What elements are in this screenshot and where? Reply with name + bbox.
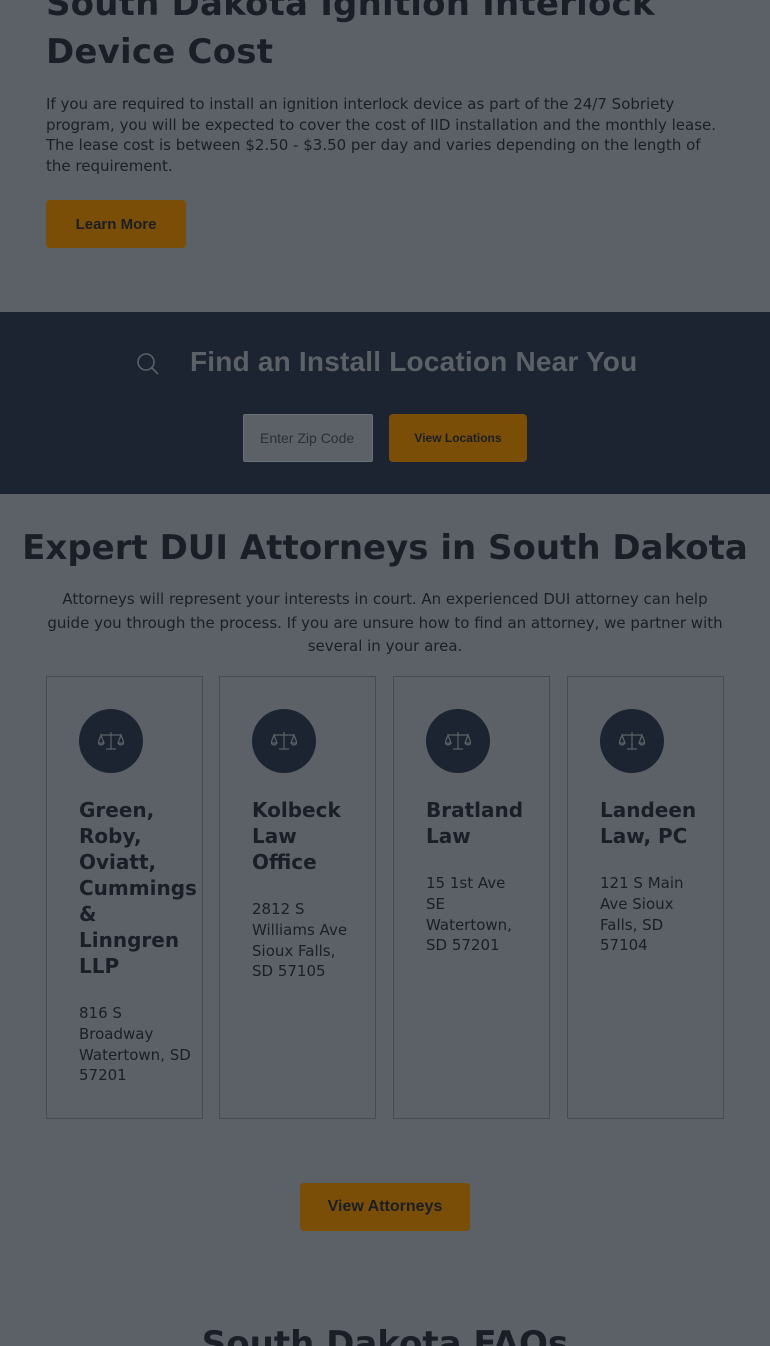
scales-icon — [600, 709, 664, 773]
zip-code-input[interactable] — [243, 414, 373, 462]
scales-icon — [252, 709, 316, 773]
scales-icon — [426, 709, 490, 773]
cost-section-paragraph: If you are required to install an igniti… — [46, 95, 717, 175]
attorney-address: 121 S Main Ave Sioux Falls, SD 57104 — [600, 874, 684, 955]
scales-icon — [79, 709, 143, 773]
view-attorneys-button[interactable]: View Attorneys — [300, 1183, 470, 1231]
attorney-card[interactable]: Kolbeck Law Office 2812 S Williams Ave S… — [219, 676, 376, 1119]
learn-more-button[interactable]: Learn More — [46, 200, 186, 248]
faq-title: South Dakota FAQs — [201, 1324, 569, 1346]
attorney-name: Bratland Law — [426, 798, 524, 848]
attorney-name: Kolbeck Law Office — [252, 798, 341, 874]
attorney-address: 816 S Broadway Watertown, SD 57201 — [79, 1004, 191, 1085]
attorney-name: Landeen Law, PC — [600, 798, 697, 848]
attorney-address: 2812 S Williams Ave Sioux Falls, SD 5710… — [252, 900, 348, 981]
attorney-card[interactable]: Bratland Law 15 1st Ave SE Watertown, SD… — [393, 676, 550, 1119]
cost-section-title: South Dakota Ignition Interlock Device C… — [46, 0, 655, 72]
attorneys-title: Expert DUI Attorneys in South Dakota — [22, 528, 748, 568]
view-locations-button[interactable]: View Locations — [389, 414, 527, 462]
search-icon — [136, 352, 160, 376]
attorneys-paragraph: Attorneys will represent your interests … — [47, 590, 723, 655]
locator-title: Find an Install Location Near You — [190, 346, 638, 377]
attorney-name: Green, Roby, Oviatt, Cummings & Linngren… — [79, 798, 197, 978]
attorney-card[interactable]: Landeen Law, PC 121 S Main Ave Sioux Fal… — [567, 676, 724, 1119]
attorney-card[interactable]: Green, Roby, Oviatt, Cummings & Linngren… — [46, 676, 203, 1119]
attorney-address: 15 1st Ave SE Watertown, SD 57201 — [426, 874, 512, 955]
